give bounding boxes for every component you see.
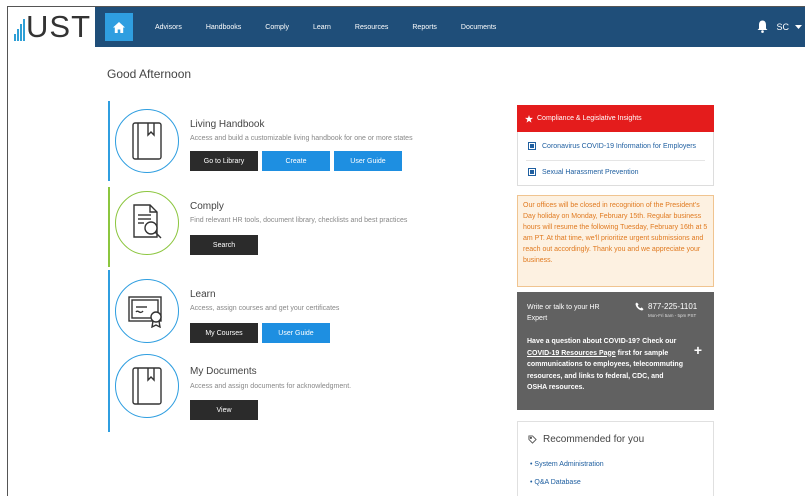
recommended-item[interactable]: • Q&A Database — [530, 479, 581, 486]
comply-section: Comply Find relevant HR tools, document … — [108, 187, 508, 267]
recommended-header: Recommended for you — [528, 434, 644, 445]
recommended-title: Recommended for you — [543, 434, 645, 445]
link-text: Coronavirus COVID-19 Information for Emp… — [542, 142, 697, 150]
certificate-icon — [128, 296, 162, 328]
section-title: Learn — [190, 289, 216, 300]
office-closure-notice: Our offices will be closed in recognitio… — [517, 195, 714, 287]
home-button[interactable] — [105, 13, 133, 41]
comply-circle — [115, 191, 179, 255]
nav-comply[interactable]: Comply — [265, 24, 289, 31]
logo-bars-icon — [14, 19, 25, 41]
create-button[interactable]: Create — [262, 151, 330, 171]
home-icon — [113, 21, 125, 33]
documents-circle — [115, 354, 179, 418]
section-description: Find relevant HR tools, document library… — [190, 217, 408, 224]
documents-section: My Documents Access and assign documents… — [108, 352, 508, 432]
nav-learn[interactable]: Learn — [313, 24, 331, 31]
book-icon — [132, 367, 162, 405]
logo-text: UST — [26, 9, 91, 44]
learn-section: Learn Access, assign courses and get you… — [108, 270, 508, 352]
user-guide-button[interactable]: User Guide — [334, 151, 402, 171]
section-title: My Documents — [190, 366, 257, 377]
nav-handbooks[interactable]: Handbooks — [206, 24, 241, 31]
section-title: Comply — [190, 201, 224, 212]
article-icon — [528, 168, 536, 176]
user-guide-button[interactable]: User Guide — [262, 323, 330, 343]
notifications-bell-icon[interactable] — [757, 20, 768, 38]
app-frame: UST Advisors Handbooks Comply Learn Reso… — [7, 6, 805, 496]
covid-resources-link[interactable]: COVID-19 Resources Page — [527, 350, 616, 357]
hr-expert-panel[interactable]: Write or talk to your HR Expert 877-225-… — [517, 292, 714, 410]
caret-down-icon — [795, 25, 802, 29]
go-to-library-button[interactable]: Go to Library — [190, 151, 258, 171]
recommended-panel: Recommended for you • System Administrat… — [517, 421, 714, 496]
my-courses-button[interactable]: My Courses — [190, 323, 258, 343]
section-accent-bar — [108, 352, 110, 432]
handbook-section: Living Handbook Access and build a custo… — [108, 101, 508, 181]
section-accent-bar — [108, 187, 110, 267]
logo[interactable]: UST — [14, 9, 91, 45]
main-nav: Advisors Handbooks Comply Learn Resource… — [95, 7, 805, 47]
nav-advisors[interactable]: Advisors — [155, 24, 182, 31]
phone-icon — [635, 302, 644, 311]
link-text: Sexual Harassment Prevention — [542, 168, 639, 176]
section-description: Access and assign documents for acknowle… — [190, 383, 352, 390]
compliance-links: Coronavirus COVID-19 Information for Emp… — [517, 132, 714, 186]
section-accent-bar — [108, 270, 110, 352]
section-accent-bar — [108, 101, 110, 181]
divider — [526, 160, 705, 161]
compliance-title: Compliance & Legislative Insights — [537, 115, 642, 122]
expand-plus-icon[interactable]: + — [694, 342, 702, 358]
covid-message-text: Have a question about COVID-19? Check ou… — [527, 338, 677, 345]
user-initials: SC — [776, 22, 789, 32]
expert-phone[interactable]: 877-225-1101 — [635, 302, 697, 311]
expert-label: Write or talk to your HR Expert — [527, 304, 600, 322]
article-icon — [528, 142, 536, 150]
view-button[interactable]: View — [190, 400, 258, 420]
phone-number: 877-225-1101 — [648, 302, 698, 311]
compliance-link-covid[interactable]: Coronavirus COVID-19 Information for Emp… — [528, 142, 696, 150]
handbook-circle — [115, 109, 179, 173]
greeting-title: Good Afternoon — [107, 67, 192, 81]
top-bar: UST Advisors Handbooks Comply Learn Reso… — [8, 7, 805, 47]
section-description: Access, assign courses and get your cert… — [190, 305, 340, 312]
covid-message: Have a question about COVID-19? Check ou… — [527, 336, 685, 394]
book-icon — [132, 122, 162, 160]
expert-hours: Mon-Fri 5am - 5pm PST — [648, 313, 697, 318]
section-title: Living Handbook — [190, 119, 265, 130]
recommended-item-label: System Administration — [534, 461, 604, 468]
nav-reports[interactable]: Reports — [412, 24, 437, 31]
nav-documents[interactable]: Documents — [461, 24, 496, 31]
search-button[interactable]: Search — [190, 235, 258, 255]
user-menu[interactable]: SC — [776, 22, 802, 32]
compliance-link-harassment[interactable]: Sexual Harassment Prevention — [528, 168, 639, 176]
learn-circle — [115, 279, 179, 343]
recommended-item-label: Q&A Database — [534, 479, 581, 486]
section-description: Access and build a customizable living h… — [190, 135, 413, 142]
star-icon — [525, 114, 533, 123]
tag-icon — [528, 435, 537, 444]
nav-resources[interactable]: Resources — [355, 24, 388, 31]
compliance-header: Compliance & Legislative Insights — [517, 105, 714, 132]
recommended-item[interactable]: • System Administration — [530, 461, 604, 468]
document-search-icon — [133, 204, 162, 239]
